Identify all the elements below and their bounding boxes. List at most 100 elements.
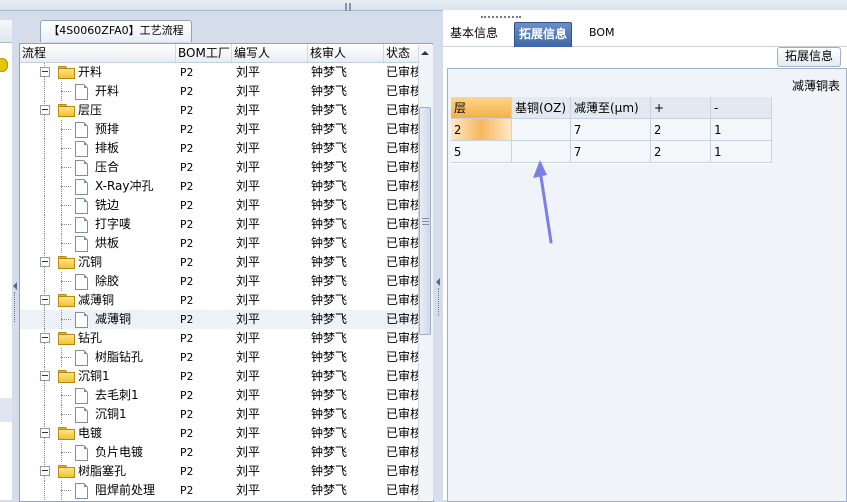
tree-connector (61, 186, 71, 187)
cell-minus[interactable]: 1 (711, 119, 772, 141)
column-header-reviewer[interactable]: 核审人 (308, 44, 384, 62)
tree-scroll-thumb[interactable] (419, 107, 431, 335)
cell-status: 已审核 (386, 445, 420, 459)
column-header-layer[interactable]: 层 (451, 97, 512, 119)
tree-row[interactable]: 除胶 P2 刘平 钟梦飞 已审核 (20, 272, 420, 291)
table-row[interactable]: 5 7 2 1 (451, 141, 772, 163)
tree-row[interactable]: 树脂塞孔 P2 刘平 钟梦飞 已审核 (20, 462, 420, 481)
tree-node-label: 树脂塞孔 (78, 464, 127, 478)
cell-status: 已审核 (386, 217, 420, 231)
cell-writer: 刘平 (236, 84, 261, 98)
cell-layer[interactable]: 5 (451, 141, 512, 163)
tree-row[interactable]: X-Ray冲孔 P2 刘平 钟梦飞 已审核 (20, 177, 420, 196)
tree-row[interactable]: 排板 P2 刘平 钟梦飞 已审核 (20, 139, 420, 158)
tree-node-label: 沉铜1 (78, 369, 110, 383)
cell-status: 已审核 (386, 84, 420, 98)
cell-writer: 刘平 (236, 445, 261, 459)
column-header-minus[interactable]: - (711, 97, 772, 119)
cell-writer: 刘平 (236, 274, 261, 288)
column-header-plus[interactable]: + (651, 97, 711, 119)
cell-plus[interactable]: 2 (651, 141, 711, 163)
cell-writer: 刘平 (236, 369, 261, 383)
cell-base-copper[interactable] (512, 119, 571, 141)
tab-bom[interactable]: BOM (585, 22, 619, 46)
document-icon (75, 160, 88, 176)
cell-bom-factory: P2 (180, 465, 194, 478)
cell-reviewer: 钟梦飞 (311, 160, 348, 174)
tree-row[interactable]: 开料 P2 刘平 钟梦飞 已审核 (20, 82, 420, 101)
tree-node-label: 打字唛 (95, 217, 132, 231)
tree-node-label: 开料 (78, 65, 103, 79)
document-icon (75, 312, 88, 328)
tree-row[interactable]: 电镀 P2 刘平 钟梦飞 已审核 (20, 424, 420, 443)
scroll-up-arrow-icon[interactable] (419, 46, 431, 60)
column-header-base-copper[interactable]: 基铜(OZ) (512, 97, 571, 119)
cell-writer: 刘平 (236, 483, 261, 497)
tree-node-label: 去毛刺1 (95, 388, 139, 402)
tree-node-label: 钻孔 (78, 331, 103, 345)
cell-bom-factory: P2 (180, 275, 194, 288)
collapse-toggle-icon[interactable] (40, 371, 50, 381)
tree-row[interactable]: 预排 P2 刘平 钟梦飞 已审核 (20, 120, 420, 139)
cell-bom-factory: P2 (180, 199, 194, 212)
tree-row[interactable]: 阻焊前处理 P2 刘平 钟梦飞 已审核 (20, 481, 420, 500)
collapse-toggle-icon[interactable] (40, 105, 50, 115)
tree-row[interactable]: 沉铜1 P2 刘平 钟梦飞 已审核 (20, 367, 420, 386)
tree-row[interactable]: 负片电镀 P2 刘平 钟梦飞 已审核 (20, 443, 420, 462)
cell-minus[interactable]: 1 (711, 141, 772, 163)
tree-row[interactable]: 沉铜1 P2 刘平 钟梦飞 已审核 (20, 405, 420, 424)
folder-icon (58, 465, 75, 478)
tree-row[interactable]: 减薄铜 P2 刘平 钟梦飞 已审核 (20, 291, 420, 310)
tree-row[interactable]: 去毛刺1 P2 刘平 钟梦飞 已审核 (20, 386, 420, 405)
cell-plus[interactable]: 2 (651, 119, 711, 141)
middle-splitter[interactable] (433, 20, 443, 500)
cell-bom-factory: P2 (180, 313, 194, 326)
cell-writer: 刘平 (236, 464, 261, 478)
cell-writer: 刘平 (236, 217, 261, 231)
tree-connector (61, 281, 71, 282)
tab-process-flow[interactable]: 【4S0060ZFA0】工艺流程 (40, 20, 192, 42)
tree-row[interactable]: 打字唛 P2 刘平 钟梦飞 已审核 (20, 215, 420, 234)
cell-thin-to[interactable]: 7 (571, 119, 651, 141)
tab-basic-info[interactable]: 基本信息 (446, 22, 502, 46)
collapse-toggle-icon[interactable] (40, 257, 50, 267)
cell-status: 已审核 (386, 426, 420, 440)
cell-status: 已审核 (386, 388, 420, 402)
tree-row[interactable]: 钻孔 P2 刘平 钟梦飞 已审核 (20, 329, 420, 348)
tree-row[interactable]: 树脂钻孔 P2 刘平 钟梦飞 已审核 (20, 348, 420, 367)
tab-strip-grip-icon[interactable] (481, 16, 521, 21)
tree-row[interactable]: 开料 P2 刘平 钟梦飞 已审核 (20, 63, 420, 82)
collapse-toggle-icon[interactable] (40, 295, 50, 305)
tree-row[interactable]: 层压 P2 刘平 钟梦飞 已审核 (20, 101, 420, 120)
tree-connector (44, 215, 45, 234)
column-header-bom-factory[interactable]: BOM工厂 (176, 44, 232, 62)
table-row[interactable]: 2 7 2 1 (451, 119, 772, 141)
column-header-flow[interactable]: 流程 (20, 44, 176, 62)
extended-info-button[interactable]: 拓展信息 (777, 47, 841, 67)
collapse-toggle-icon[interactable] (40, 333, 50, 343)
collapse-toggle-icon[interactable] (40, 428, 50, 438)
tree-row[interactable]: 铣边 P2 刘平 钟梦飞 已审核 (20, 196, 420, 215)
tab-extended-info[interactable]: 拓展信息 (514, 22, 573, 47)
left-splitter[interactable] (12, 20, 19, 500)
cell-reviewer: 钟梦飞 (311, 122, 348, 136)
column-header-thin-to[interactable]: 减薄至(μm) (571, 97, 651, 119)
tree-row[interactable]: 沉铜 P2 刘平 钟梦飞 已审核 (20, 253, 420, 272)
cell-layer[interactable]: 2 (451, 119, 512, 141)
tree-node-label: 阻焊前处理 (95, 483, 156, 497)
cell-status: 已审核 (386, 179, 420, 193)
collapse-toggle-icon[interactable] (40, 466, 50, 476)
collapse-middle-icon[interactable] (436, 278, 440, 286)
cell-bom-factory: P2 (180, 484, 194, 497)
cell-thin-to[interactable]: 7 (571, 141, 651, 163)
tree-row[interactable]: 减薄铜 P2 刘平 钟梦飞 已审核 (20, 310, 420, 329)
collapse-left-icon[interactable] (13, 282, 17, 290)
tree-row[interactable]: 压合 P2 刘平 钟梦飞 已审核 (20, 158, 420, 177)
cell-status: 已审核 (386, 464, 420, 478)
collapse-toggle-icon[interactable] (40, 67, 50, 77)
column-header-writer[interactable]: 编写人 (232, 44, 308, 62)
tree-row[interactable]: 烘板 P2 刘平 钟梦飞 已审核 (20, 234, 420, 253)
document-icon (75, 445, 88, 461)
top-resize-grip[interactable] (344, 0, 356, 11)
cell-bom-factory: P2 (180, 66, 194, 79)
